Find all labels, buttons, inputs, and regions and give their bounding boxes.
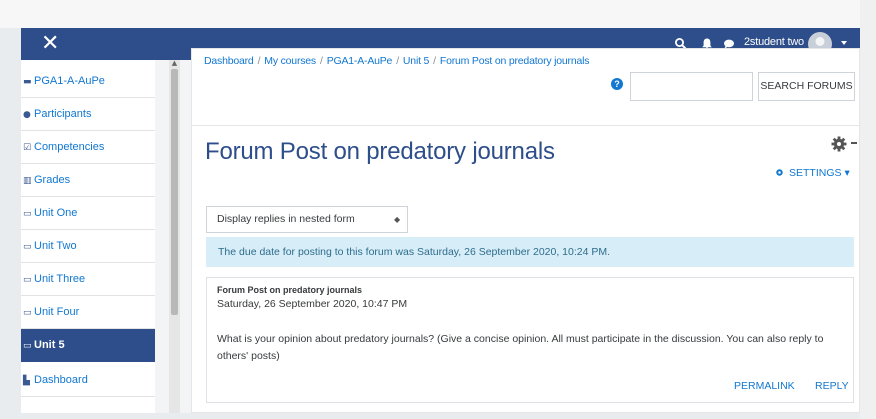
post-subject: Forum Post on predatory journals	[217, 285, 363, 295]
page-top-edge	[0, 0, 876, 28]
settings-label: SETTINGS	[789, 167, 842, 179]
permalink-link[interactable]: PERMALINK	[734, 380, 795, 392]
sidebar-item-label: Unit Four	[34, 306, 80, 318]
page-title: Forum Post on predatory journals	[205, 138, 555, 165]
sidebar-item-label: Unit Three	[34, 273, 86, 285]
breadcrumb-course[interactable]: PGA1-A-AuPe	[327, 55, 393, 67]
caret-down-icon[interactable]	[841, 41, 847, 45]
sidebar-item-label: Unit 5	[34, 339, 65, 351]
breadcrumb-my-courses[interactable]: My courses	[264, 55, 316, 67]
breadcrumb-forum[interactable]: Forum Post on predatory journals	[440, 55, 590, 67]
folder-icon: ▭	[23, 242, 32, 252]
help-icon[interactable]: ?	[611, 78, 623, 90]
due-date-alert: The due date for posting to this forum w…	[206, 237, 854, 267]
dashboard-icon: ▙	[23, 376, 30, 386]
search-forums-input[interactable]	[630, 72, 753, 101]
sidebar-item-unit-two[interactable]: ▭ Unit Two	[21, 230, 155, 263]
folder-icon: ▭	[23, 209, 32, 219]
gear-icon[interactable]	[830, 135, 848, 153]
sidebar-item-label: Dashboard	[34, 374, 88, 386]
sidebar-item-label: Participants	[34, 108, 92, 120]
sidebar-item-label: Grades	[34, 174, 71, 186]
sidebar-scrollbar-thumb[interactable]	[171, 69, 178, 315]
users-icon: ●	[23, 110, 31, 120]
settings-caret-icon: ▾	[844, 167, 850, 179]
grades-icon: ▥	[23, 176, 32, 186]
sidebar-item-unit-one[interactable]: ▭ Unit One	[21, 197, 155, 230]
folder-icon: ▭	[23, 341, 32, 351]
sidebar-item-label: Unit Two	[34, 240, 77, 252]
sidebar-item-dashboard[interactable]: ▙ Dashboard	[21, 364, 155, 397]
sidebar-item-competencies[interactable]: ☑ Competencies	[21, 131, 155, 164]
breadcrumb: Dashboard / My courses / PGA1-A-AuPe / Unit 5/…	[204, 55, 590, 67]
sidebar-item-unit-5[interactable]: ▭ Unit 5	[21, 329, 155, 362]
user-name[interactable]: 2student two	[744, 36, 804, 48]
page-right-strip	[860, 0, 876, 419]
display-mode-select[interactable]: Display replies in nested form ◆	[206, 206, 408, 233]
sidebar-item-participants[interactable]: ● Participants	[21, 98, 155, 131]
select-arrows-icon: ◆	[394, 215, 401, 224]
moodle-window: ✕ 2student two ▬PGA1-A-AuPe ●Participa	[21, 28, 860, 413]
sidebar-item-unit-four[interactable]: ▭ Unit Four	[21, 296, 155, 329]
sidebar-item-course[interactable]: ▬ PGA1-A-AuPe	[21, 65, 155, 98]
sidebar-item-unit-three[interactable]: ▭ Unit Three	[21, 263, 155, 296]
reply-link[interactable]: REPLY	[815, 380, 849, 392]
competency-icon: ☑	[23, 143, 32, 153]
post-date: Saturday, 26 September 2020, 10:47 PM	[217, 298, 408, 310]
post-body: What is your opinion about predatory jou…	[217, 333, 824, 362]
display-mode-value: Display replies in nested form	[217, 213, 355, 225]
sidebar-item-label: PGA1-A-AuPe	[34, 75, 105, 87]
close-drawer-icon[interactable]: ✕	[41, 30, 59, 58]
settings-gear-icon	[776, 169, 783, 176]
sidebar-item-label: Unit One	[34, 207, 78, 219]
scroll-up-arrow-icon[interactable]: ▲	[171, 60, 178, 67]
gear-menu-caret-icon[interactable]	[851, 142, 857, 144]
sidebar-item-grades[interactable]: ▥ Grades	[21, 164, 155, 197]
sidebar-item-label: Competencies	[34, 141, 105, 153]
breadcrumb-dashboard[interactable]: Dashboard	[204, 55, 254, 67]
search-forums-button[interactable]: SEARCH FORUMS	[758, 72, 855, 101]
breadcrumb-unit[interactable]: Unit 5	[403, 55, 429, 67]
settings-menu-link[interactable]: SETTINGS ▾	[775, 167, 850, 179]
course-icon: ▬	[23, 77, 32, 87]
folder-icon: ▭	[23, 275, 32, 285]
folder-icon: ▭	[23, 308, 32, 318]
nav-drawer: ▬ PGA1-A-AuPe ● Participants ☑ Competencies…	[21, 60, 155, 413]
